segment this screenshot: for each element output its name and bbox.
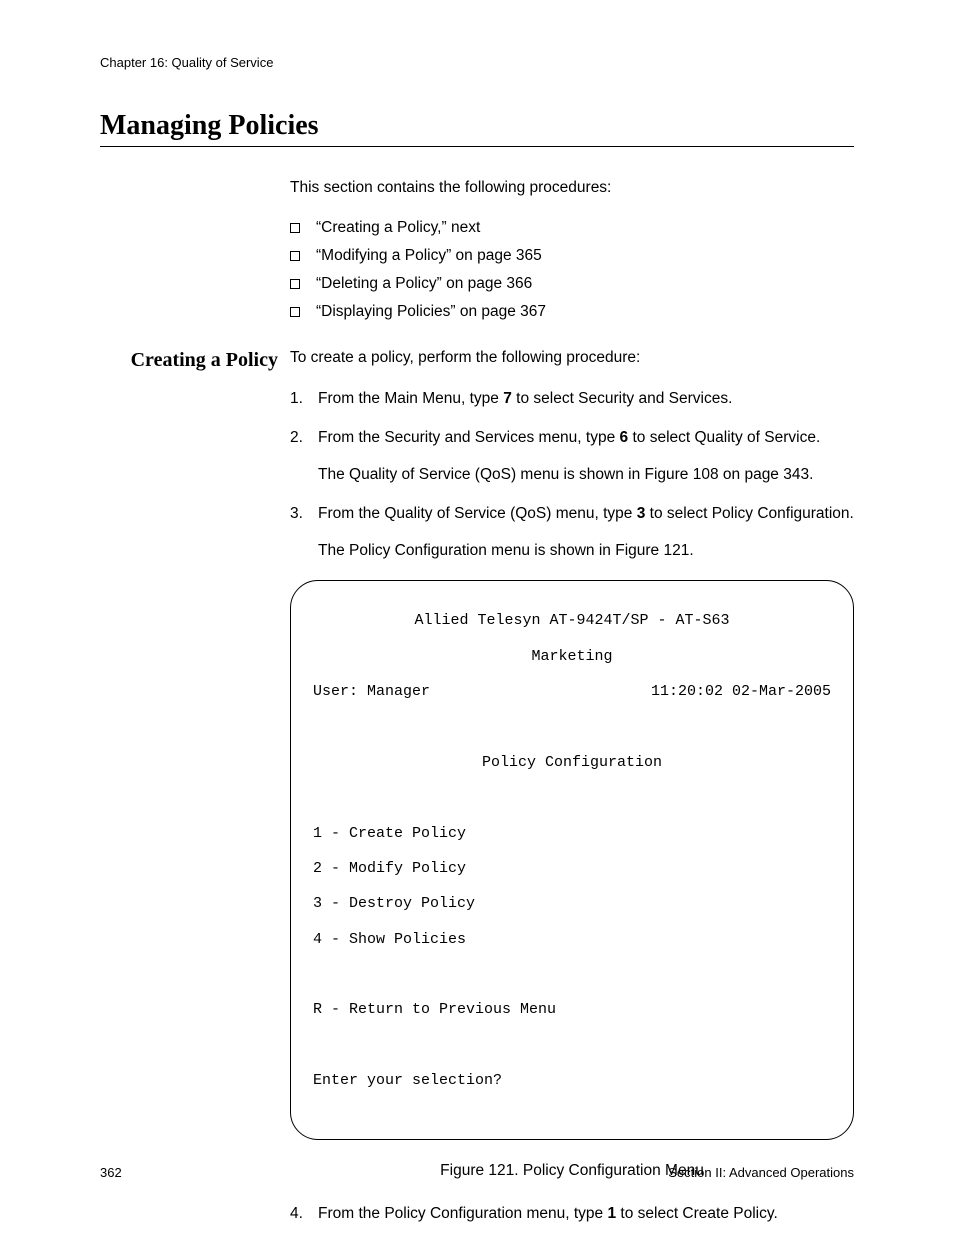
terminal-blank: [313, 966, 831, 984]
step-item: 4. From the Policy Configuration menu, t…: [290, 1204, 854, 1225]
step-key: 7: [503, 390, 512, 407]
step-number: 2.: [290, 428, 318, 486]
step-text: to select Quality of Service.: [628, 429, 820, 446]
step-text: From the Main Menu, type: [318, 390, 503, 407]
terminal-option: 4 - Show Policies: [313, 931, 831, 949]
step-item: 3. From the Quality of Service (QoS) men…: [290, 504, 854, 562]
checkbox-bullet-icon: [290, 223, 300, 233]
numbered-steps: 1. From the Main Menu, type 7 to select …: [290, 389, 854, 562]
checkbox-bullet-icon: [290, 279, 300, 289]
terminal-option: 2 - Modify Policy: [313, 860, 831, 878]
page-footer: 362 Section II: Advanced Operations: [100, 1165, 854, 1180]
page-title: Managing Policies: [100, 110, 854, 142]
terminal-blank: [313, 789, 831, 807]
numbered-steps-continued: 4. From the Policy Configuration menu, t…: [290, 1204, 854, 1225]
bullet-text: “Modifying a Policy” on page 365: [316, 247, 542, 265]
heading-rule: [100, 146, 854, 147]
step-item: 2. From the Security and Services menu, …: [290, 428, 854, 486]
step-item: 1. From the Main Menu, type 7 to select …: [290, 389, 854, 410]
terminal-line: Allied Telesyn AT-9424T/SP - AT-S63: [313, 612, 831, 630]
terminal-option: R - Return to Previous Menu: [313, 1001, 831, 1019]
procedure-intro: To create a policy, perform the followin…: [290, 349, 854, 367]
terminal-prompt: Enter your selection?: [313, 1072, 831, 1090]
terminal-line: Marketing: [313, 648, 831, 666]
list-item: “Displaying Policies” on page 367: [290, 303, 854, 321]
procedure-bullet-list: “Creating a Policy,” next “Modifying a P…: [290, 219, 854, 321]
checkbox-bullet-icon: [290, 251, 300, 261]
bullet-text: “Displaying Policies” on page 367: [316, 303, 546, 321]
step-subtext: The Quality of Service (QoS) menu is sho…: [318, 465, 854, 486]
step-text: From the Quality of Service (QoS) menu, …: [318, 505, 637, 522]
step-text: to select Security and Services.: [512, 390, 733, 407]
page-number: 362: [100, 1165, 122, 1180]
checkbox-bullet-icon: [290, 307, 300, 317]
step-text: to select Create Policy.: [616, 1205, 778, 1222]
bullet-text: “Creating a Policy,” next: [316, 219, 480, 237]
section-label: Section II: Advanced Operations: [668, 1165, 854, 1180]
terminal-screen: Allied Telesyn AT-9424T/SP - AT-S63 Mark…: [290, 580, 854, 1141]
list-item: “Modifying a Policy” on page 365: [290, 247, 854, 265]
terminal-blank: [313, 718, 831, 736]
step-key: 6: [620, 429, 629, 446]
step-subtext: The Policy Configuration menu is shown i…: [318, 541, 854, 562]
step-text: to select Policy Configuration.: [645, 505, 854, 522]
step-number: 1.: [290, 389, 318, 410]
step-text: From the Policy Configuration menu, type: [318, 1205, 607, 1222]
terminal-timestamp: 11:20:02 02-Mar-2005: [651, 683, 831, 701]
intro-text: This section contains the following proc…: [290, 179, 854, 197]
terminal-option: 3 - Destroy Policy: [313, 895, 831, 913]
terminal-user: User: Manager: [313, 683, 430, 701]
step-text: From the Security and Services menu, typ…: [318, 429, 620, 446]
bullet-text: “Deleting a Policy” on page 366: [316, 275, 532, 293]
terminal-blank: [313, 1037, 831, 1055]
terminal-option: 1 - Create Policy: [313, 825, 831, 843]
step-number: 3.: [290, 504, 318, 562]
side-heading: Creating a Policy: [100, 349, 278, 372]
list-item: “Creating a Policy,” next: [290, 219, 854, 237]
list-item: “Deleting a Policy” on page 366: [290, 275, 854, 293]
chapter-header: Chapter 16: Quality of Service: [100, 55, 854, 70]
step-key: 1: [607, 1205, 616, 1222]
step-number: 4.: [290, 1204, 318, 1225]
terminal-menu-title: Policy Configuration: [313, 754, 831, 772]
